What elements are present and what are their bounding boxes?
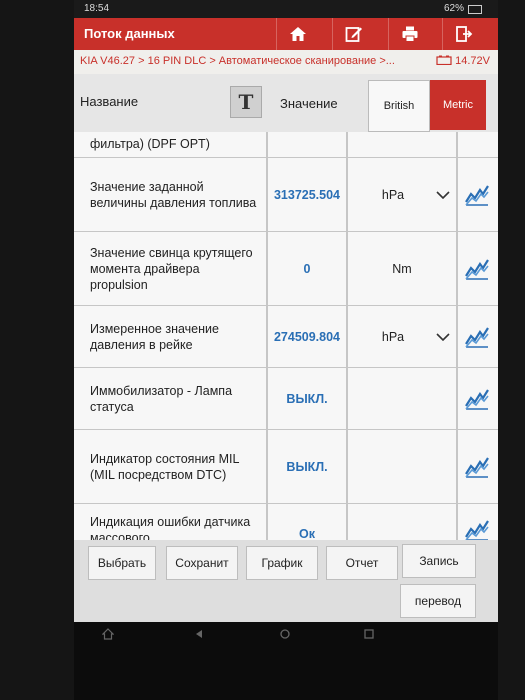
row-name: фильтра) (DPF OPT) xyxy=(90,137,210,151)
home-nav-icon[interactable] xyxy=(102,628,114,640)
graph-icon xyxy=(465,184,489,206)
row-name: Значение заданной величины давления топл… xyxy=(90,179,257,210)
row-value: ВЫКЛ. xyxy=(286,391,328,406)
table-row[interactable]: Значение заданной величины давления топл… xyxy=(74,158,498,232)
unit-british-button[interactable]: British xyxy=(368,80,430,132)
graph-icon xyxy=(465,388,489,410)
recent-apps-nav-icon[interactable] xyxy=(364,629,374,639)
row-value: Ок xyxy=(299,527,315,540)
table-row[interactable]: Значение свинца крутящего момента драйве… xyxy=(74,232,498,306)
chevron-down-icon xyxy=(436,190,450,199)
data-stream-table: фильтра) (DPF OPT) Значение заданной вел… xyxy=(74,132,498,540)
back-nav-icon[interactable] xyxy=(194,629,204,639)
graph-icon xyxy=(465,520,489,540)
home-button[interactable] xyxy=(276,18,319,50)
row-unit: hPa xyxy=(381,187,405,202)
graph-button[interactable]: График xyxy=(246,546,318,580)
table-row[interactable]: фильтра) (DPF OPT) xyxy=(74,132,498,158)
row-name: Значение свинца крутящего момента драйве… xyxy=(90,245,253,292)
column-header-value: Значение xyxy=(280,96,338,111)
home-circle-nav-icon[interactable] xyxy=(280,629,290,639)
title-bar: Поток данных xyxy=(74,18,498,50)
edit-icon xyxy=(345,27,362,42)
graph-icon xyxy=(465,456,489,478)
unit-select[interactable]: hPa xyxy=(348,306,456,367)
tablet-screen: 18:54 62% Поток данных KIA V46.27 > 16 P… xyxy=(74,0,498,700)
status-time: 18:54 xyxy=(84,3,110,14)
row-name: Индикация ошибки датчика массового xyxy=(90,515,251,540)
chevron-down-icon xyxy=(436,332,450,341)
unit-metric-button[interactable]: Metric xyxy=(430,80,486,130)
breadcrumb: KIA V46.27 > 16 PIN DLC > Автоматическое… xyxy=(74,50,498,75)
voltage-value: 14.72V xyxy=(455,55,490,67)
action-bar: Выбрать Сохранит График Отчет Запись пер… xyxy=(74,540,498,622)
row-name: Измеренное значение давления в рейке xyxy=(90,321,219,352)
table-row[interactable]: Индикация ошибки датчика массового Ок xyxy=(74,504,498,540)
home-icon xyxy=(290,27,306,41)
breadcrumb-path: KIA V46.27 > 16 PIN DLC > Автоматическое… xyxy=(80,55,395,67)
row-name: Индикатор состояния MIL (MIL посредством… xyxy=(90,451,239,482)
page-title: Поток данных xyxy=(84,26,175,41)
report-button[interactable]: Отчет xyxy=(326,546,398,580)
print-button[interactable] xyxy=(388,18,431,50)
translate-button[interactable]: перевод xyxy=(400,584,476,618)
graph-icon xyxy=(465,258,489,280)
status-bar: 18:54 62% xyxy=(74,0,498,18)
exit-button[interactable] xyxy=(442,18,485,50)
battery-voltage: 14.72V xyxy=(436,55,490,67)
table-row[interactable]: Индикатор состояния MIL (MIL посредством… xyxy=(74,430,498,504)
save-button[interactable]: Сохранит xyxy=(166,546,238,580)
row-unit: Nm xyxy=(392,261,412,276)
row-unit: hPa xyxy=(381,329,405,344)
record-button[interactable]: Запись xyxy=(402,544,476,578)
table-header: Название T Значение British Metric xyxy=(74,74,498,133)
battery-icon xyxy=(468,5,482,14)
font-toggle-button[interactable]: T xyxy=(230,86,262,118)
column-header-name: Название xyxy=(80,94,139,109)
row-value: 313725.504 xyxy=(273,187,341,202)
car-battery-icon xyxy=(436,55,452,66)
row-value: ВЫКЛ. xyxy=(286,459,328,474)
graph-icon xyxy=(465,326,489,348)
system-nav-bar xyxy=(74,622,498,646)
unit-select[interactable]: hPa xyxy=(348,158,456,231)
table-row[interactable]: Измеренное значение давления в рейке 274… xyxy=(74,306,498,368)
battery-level: 62% xyxy=(443,3,464,14)
row-value: 0 xyxy=(303,261,311,276)
table-row[interactable]: Иммобилизатор - Лампа статуса ВЫКЛ. xyxy=(74,368,498,430)
exit-icon xyxy=(456,26,473,42)
printer-icon xyxy=(402,26,418,42)
row-value: 274509.804 xyxy=(273,329,341,344)
edit-button[interactable] xyxy=(332,18,375,50)
row-name: Иммобилизатор - Лампа статуса xyxy=(90,383,233,414)
select-button[interactable]: Выбрать xyxy=(88,546,156,580)
